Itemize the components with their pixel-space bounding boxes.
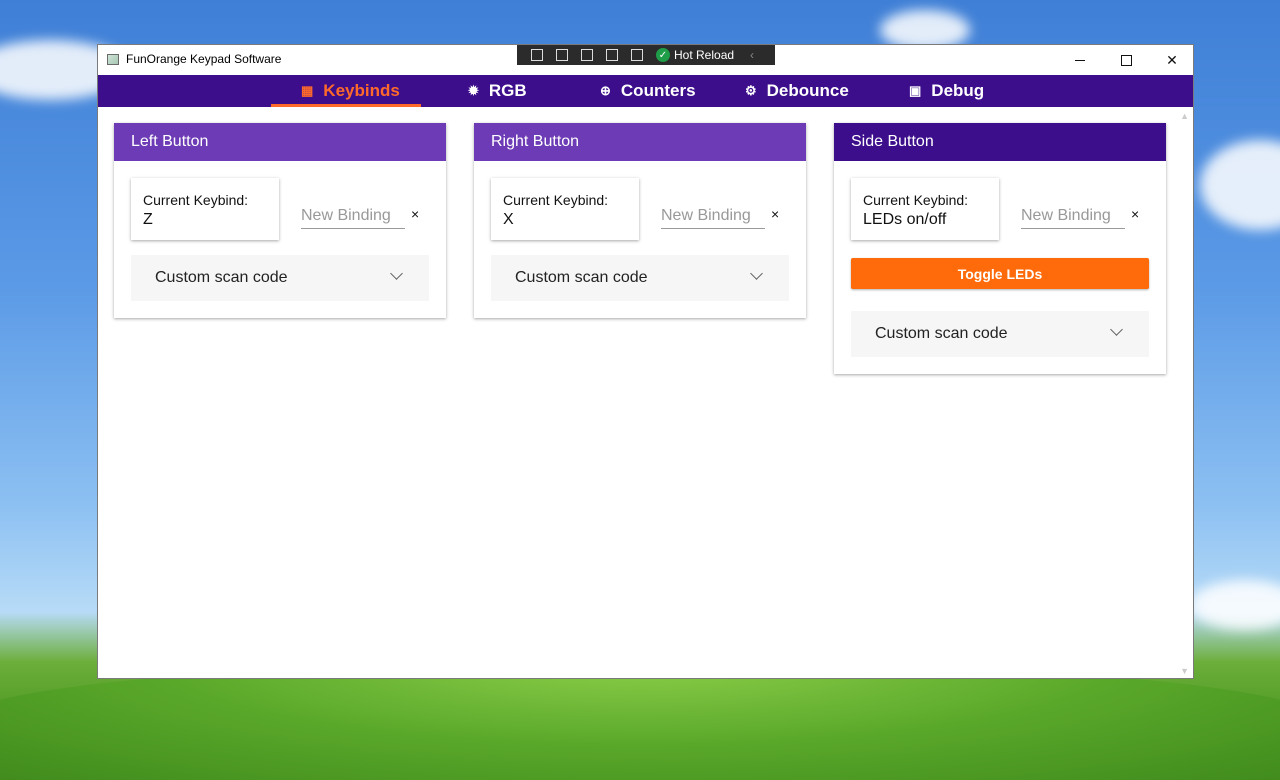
app-icon xyxy=(107,54,119,65)
bulb-icon: ✹ xyxy=(468,83,479,98)
hot-reload-check-icon: ✓ xyxy=(656,48,670,62)
new-binding-input[interactable]: New Binding xyxy=(661,207,765,229)
current-keybind-label: Current Keybind: xyxy=(863,192,969,208)
current-keybind-value: LEDs on/off xyxy=(863,211,947,228)
cloud-decoration xyxy=(1200,140,1280,230)
current-keybind-label: Current Keybind: xyxy=(143,192,249,208)
title-bar[interactable]: FunOrange Keypad Software ✓ Hot Reload ‹… xyxy=(98,45,1193,75)
chevron-down-icon xyxy=(1110,323,1123,336)
tab-counters[interactable]: ⊕ Counters xyxy=(600,75,696,107)
tab-debug[interactable]: ▣ Debug xyxy=(909,75,984,107)
select-element-icon[interactable] xyxy=(556,49,568,61)
main-content: ▲ ▼ Left Button Current Keybind: Z New B… xyxy=(98,107,1193,678)
custom-scan-code-dropdown[interactable]: Custom scan code xyxy=(131,255,429,301)
app-window: FunOrange Keypad Software ✓ Hot Reload ‹… xyxy=(97,44,1194,679)
layout-adorner-icon[interactable] xyxy=(581,49,593,61)
keyboard-icon: ▦ xyxy=(301,83,314,98)
current-keybind-box: Current Keybind: X xyxy=(491,178,639,240)
current-keybind-label: Current Keybind: xyxy=(503,192,609,208)
toggle-leds-button[interactable]: Toggle LEDs xyxy=(851,258,1149,289)
current-keybind-value: X xyxy=(503,211,514,228)
hot-reload-toolbar: ✓ Hot Reload ‹ xyxy=(517,45,775,65)
minimize-icon xyxy=(1075,59,1085,61)
hot-reload-label[interactable]: Hot Reload xyxy=(674,48,734,62)
tab-label: RGB xyxy=(488,81,527,100)
current-keybind-value: Z xyxy=(143,211,153,228)
card-side-button: Side Button Current Keybind: LEDs on/off… xyxy=(834,123,1166,374)
dropdown-label: Custom scan code xyxy=(155,269,288,286)
card-left-button: Left Button Current Keybind: Z New Bindi… xyxy=(114,123,446,318)
card-right-button: Right Button Current Keybind: X New Bind… xyxy=(474,123,806,318)
dropdown-label: Custom scan code xyxy=(515,269,648,286)
new-binding-input[interactable]: New Binding xyxy=(301,207,405,229)
collapse-toolbar-icon[interactable]: ‹ xyxy=(750,48,754,62)
clear-binding-icon[interactable]: × xyxy=(1131,206,1139,222)
dropdown-label: Custom scan code xyxy=(875,325,1008,342)
counter-icon: ⊕ xyxy=(600,83,611,98)
nav-bar: ▦ Keybinds ✹ RGB ⊕ Counters ⚙ Debounce ▣… xyxy=(98,75,1193,107)
maximize-icon xyxy=(1120,54,1132,66)
clear-binding-icon[interactable]: × xyxy=(411,206,419,222)
scroll-up-icon[interactable]: ▲ xyxy=(1180,111,1189,121)
new-binding-input[interactable]: New Binding xyxy=(1021,207,1125,229)
clear-binding-icon[interactable]: × xyxy=(771,206,779,222)
tab-rgb[interactable]: ✹ RGB xyxy=(468,75,527,107)
minimize-button[interactable] xyxy=(1057,45,1103,75)
maximize-button[interactable] xyxy=(1103,45,1149,75)
tab-label: Keybinds xyxy=(323,81,400,100)
card-title: Side Button xyxy=(834,123,1166,161)
tab-debounce[interactable]: ⚙ Debounce xyxy=(745,75,849,107)
scroll-down-icon[interactable]: ▼ xyxy=(1180,666,1189,676)
custom-scan-code-dropdown[interactable]: Custom scan code xyxy=(851,311,1149,357)
debug-icon: ▣ xyxy=(909,83,922,98)
card-title: Right Button xyxy=(474,123,806,161)
cloud-decoration xyxy=(1190,580,1280,630)
close-button[interactable]: ✕ xyxy=(1149,45,1195,75)
custom-scan-code-dropdown[interactable]: Custom scan code xyxy=(491,255,789,301)
card-title: Left Button xyxy=(114,123,446,161)
binding-failure-icon[interactable] xyxy=(631,49,643,61)
tab-label: Debug xyxy=(931,81,985,100)
track-focus-icon[interactable] xyxy=(606,49,618,61)
current-keybind-box: Current Keybind: Z xyxy=(131,178,279,240)
tab-label: Debounce xyxy=(766,81,849,100)
window-title: FunOrange Keypad Software xyxy=(126,52,282,66)
gear-icon: ⚙ xyxy=(745,83,757,98)
tab-label: Counters xyxy=(620,81,696,100)
chevron-down-icon xyxy=(390,267,403,280)
close-icon: ✕ xyxy=(1166,51,1178,68)
toolbar-icon[interactable] xyxy=(531,49,543,61)
current-keybind-box: Current Keybind: LEDs on/off xyxy=(851,178,999,240)
tab-keybinds[interactable]: ▦ Keybinds xyxy=(301,75,400,107)
chevron-down-icon xyxy=(750,267,763,280)
